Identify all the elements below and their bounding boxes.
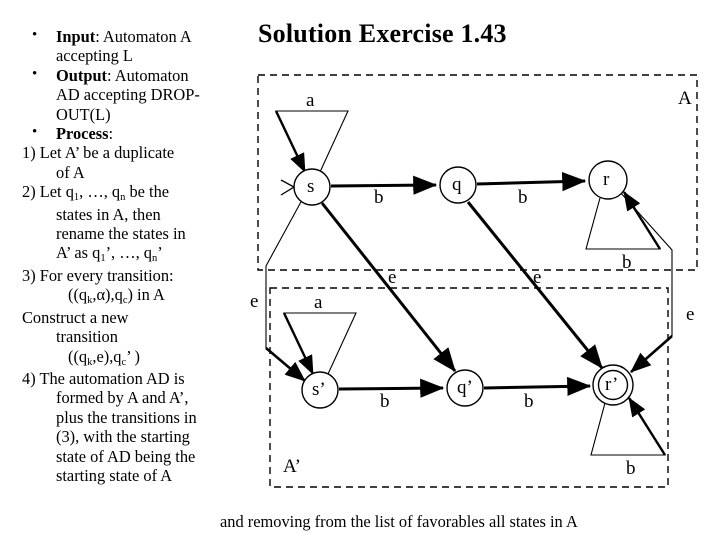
edge-label-e-7: e bbox=[686, 304, 695, 325]
state-label-r: r bbox=[603, 169, 610, 190]
self-loop-b-on-rprime-arrowhead bbox=[627, 397, 667, 456]
edge-label-b-9: b bbox=[380, 391, 390, 412]
edge-label-b-1: b bbox=[374, 187, 384, 208]
edge-label-e-4: e bbox=[388, 267, 397, 288]
edge-s-to-q bbox=[330, 175, 438, 195]
edge-qprime-to-rprime bbox=[483, 376, 592, 397]
slide-canvas: Solution Exercise 1.43 • Input: Automaton… bbox=[0, 0, 720, 540]
state-label-q: q bbox=[452, 174, 462, 195]
edge-sprime-to-qprime bbox=[338, 378, 445, 398]
edge-label-b-10: b bbox=[524, 391, 534, 412]
box-label-a-prime: A’ bbox=[283, 456, 301, 477]
edge-s-to-sprime-epsilon bbox=[265, 199, 303, 348]
edge-label-b-11: b bbox=[626, 458, 636, 479]
self-loop-a-on-sprime bbox=[283, 312, 357, 375]
self-loop-b-on-r bbox=[585, 191, 661, 250]
state-label-r-prime: r’ bbox=[605, 374, 619, 395]
self-loop-b-on-r-arrowhead bbox=[622, 191, 662, 250]
start-arrow-s bbox=[280, 179, 296, 196]
edge-label-e-6: e bbox=[250, 291, 259, 312]
self-loop-a-on-sprime-arrowhead bbox=[282, 312, 315, 375]
edge-label-b-2: b bbox=[518, 187, 528, 208]
edge-r-to-rprime-epsilon-arrow bbox=[630, 335, 673, 373]
edge-label-a-0: a bbox=[306, 90, 315, 111]
self-loop-b-on-rprime bbox=[590, 397, 666, 456]
edge-q-to-r bbox=[476, 172, 587, 192]
self-loop-a-on-s bbox=[275, 110, 349, 173]
box-automaton-a bbox=[257, 74, 698, 271]
edge-label-a-8: a bbox=[314, 292, 323, 313]
automaton-diagram bbox=[257, 74, 698, 488]
state-label-s-prime: s’ bbox=[312, 379, 326, 400]
edge-label-e-5: e bbox=[533, 267, 542, 288]
state-label-s: s bbox=[307, 176, 315, 197]
edge-label-b-3: b bbox=[622, 252, 632, 273]
box-label-a: A bbox=[678, 88, 692, 109]
edge-s-to-sprime-epsilon-arrow bbox=[265, 347, 306, 382]
state-label-q-prime: q’ bbox=[457, 377, 473, 398]
self-loop-a-on-s-arrowhead bbox=[274, 110, 307, 173]
